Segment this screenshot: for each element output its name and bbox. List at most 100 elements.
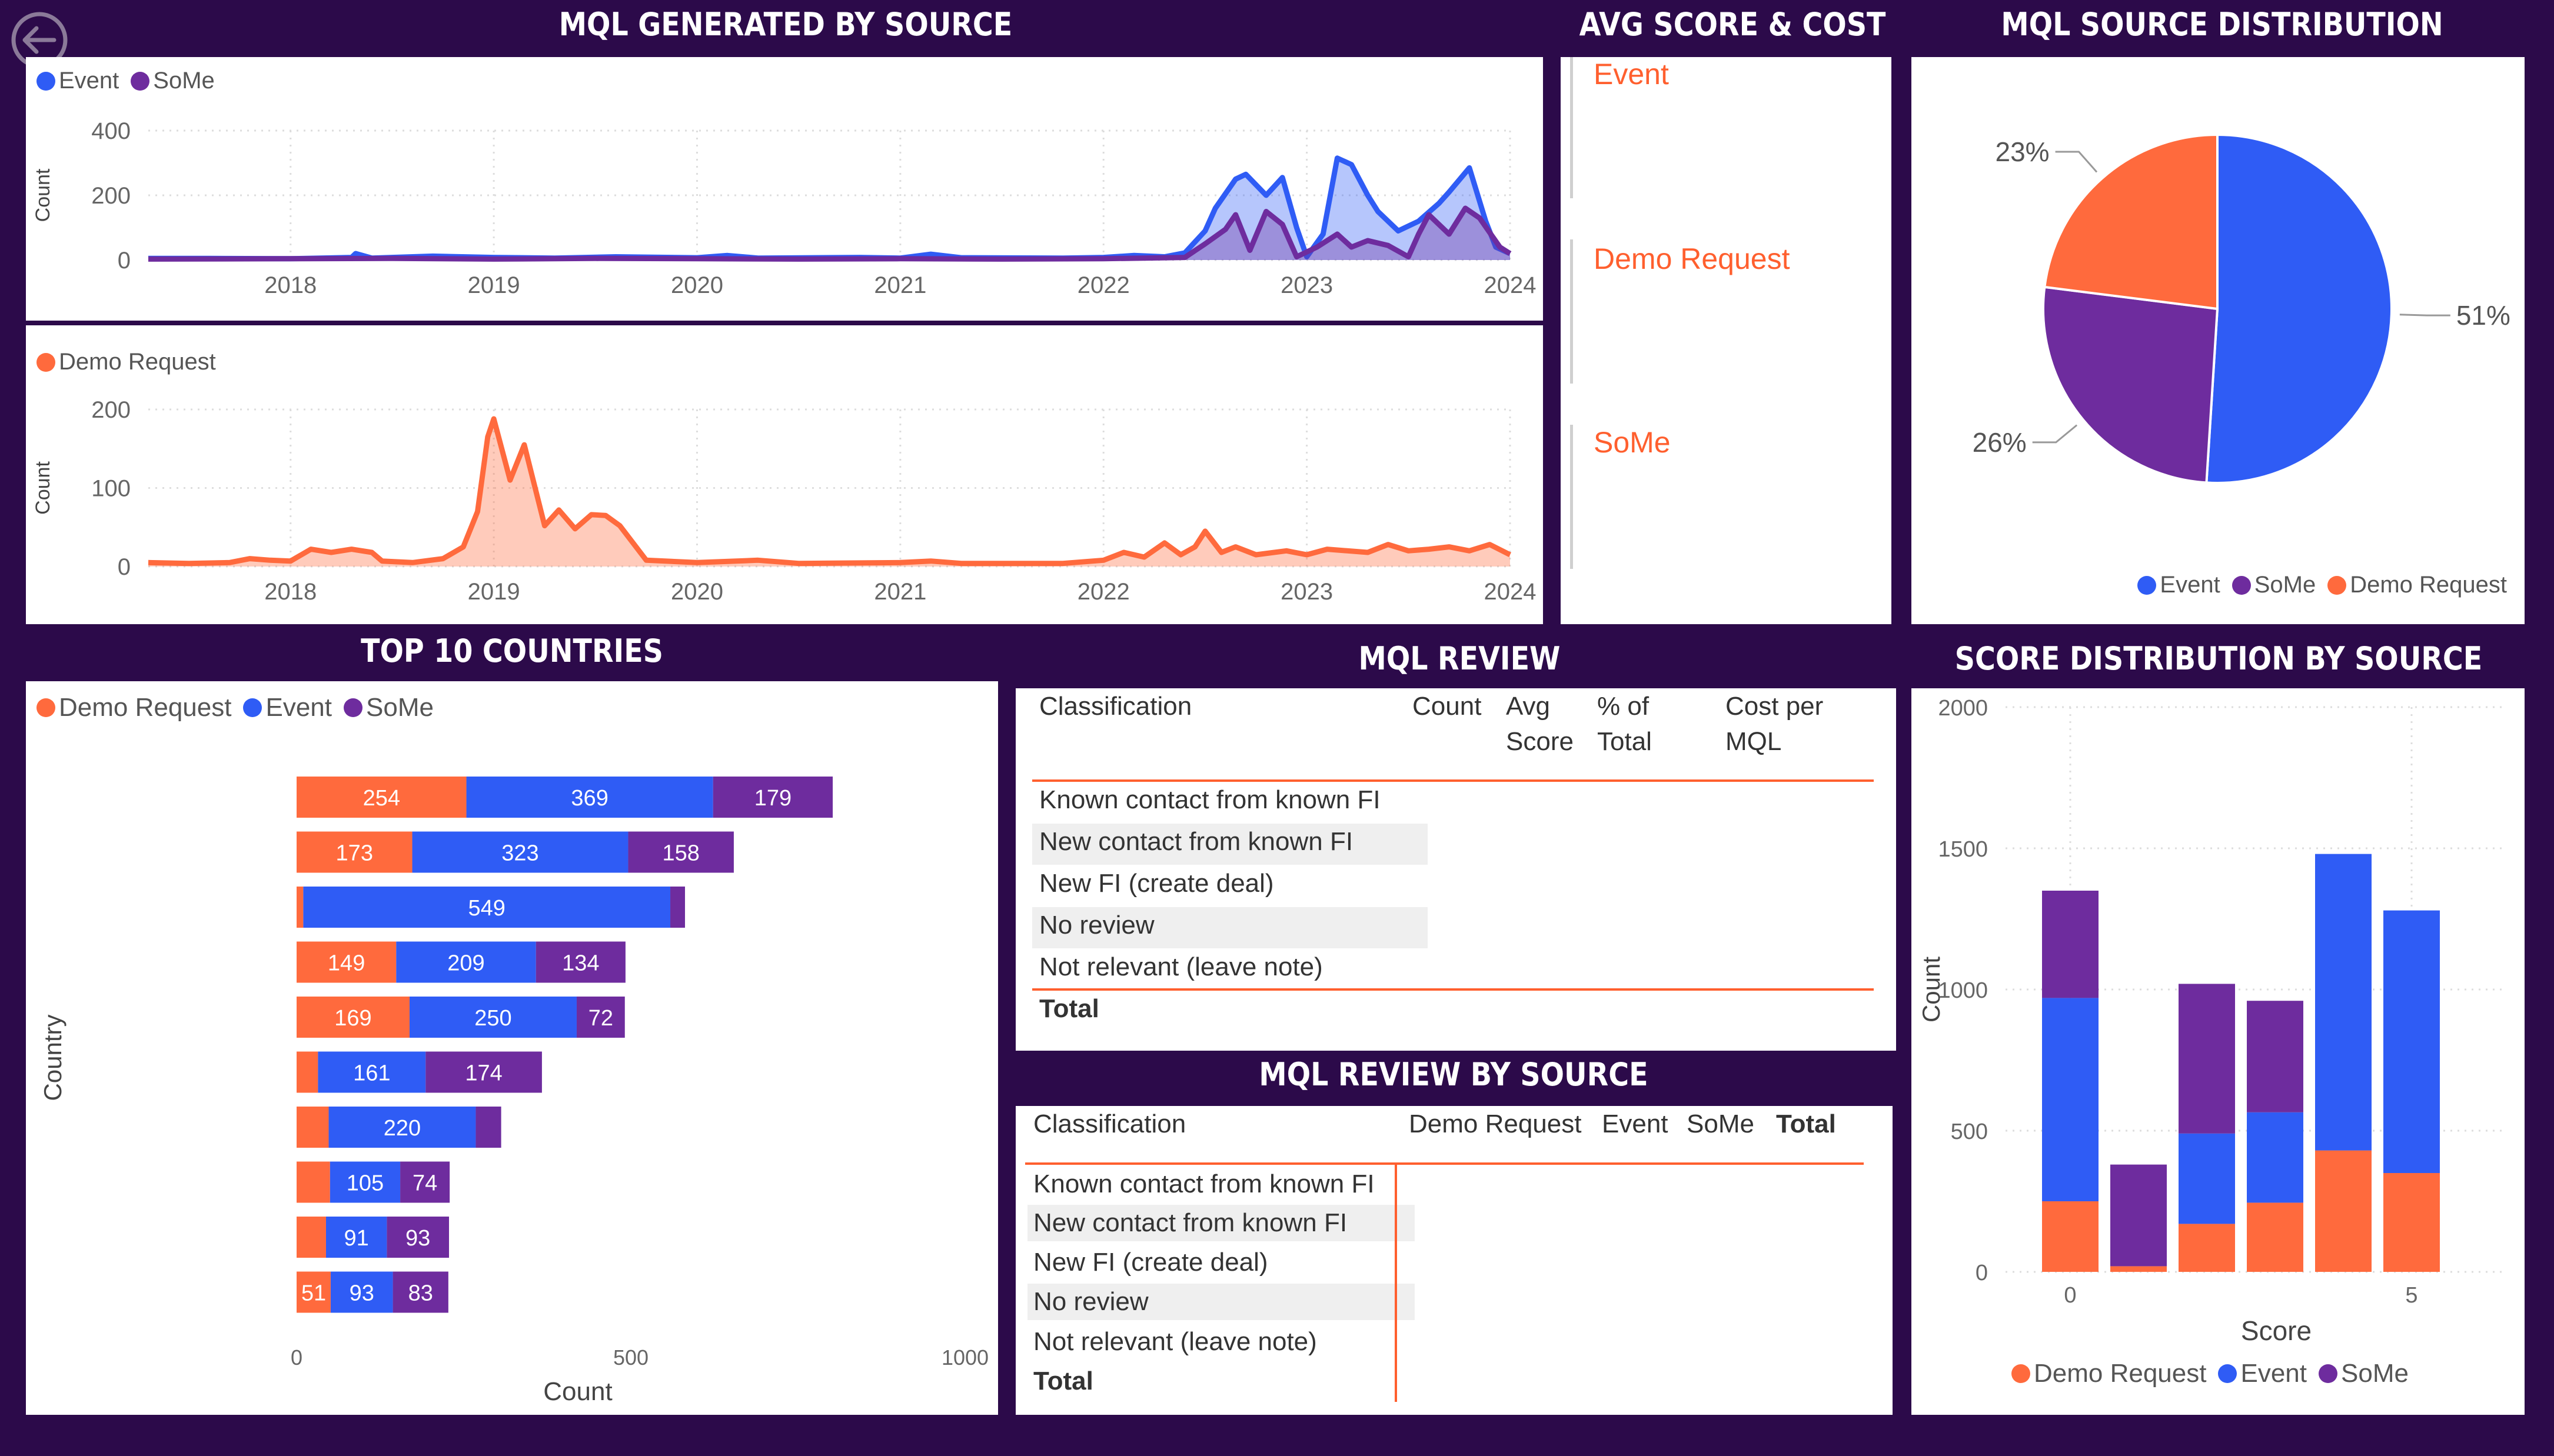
title-top10-countries: TOP 10 COUNTRIES bbox=[361, 632, 663, 669]
bar-segment-demo bbox=[2110, 1266, 2167, 1272]
bar-segment-demo bbox=[297, 887, 304, 928]
mrs-hdr-classification: Classification bbox=[1033, 1110, 1186, 1138]
bar-data-label: 549 bbox=[468, 896, 505, 921]
y-tick-label: 100 bbox=[91, 476, 131, 502]
x-tick-label: 2020 bbox=[671, 579, 723, 605]
y-tick-label: 400 bbox=[91, 118, 131, 144]
mql-review-hdr-avg2: Score bbox=[1506, 727, 1574, 756]
y-tick-label: 2000 bbox=[1938, 696, 1988, 721]
bar-segment-some bbox=[2247, 1001, 2303, 1112]
legend-pie-demo: Demo Request bbox=[2350, 572, 2507, 598]
panel-mql-review-by-source: Classification Demo Request Event SoMe T… bbox=[1016, 1106, 1893, 1415]
bar-data-label: 93 bbox=[350, 1281, 374, 1306]
bar-segment-event bbox=[2042, 998, 2099, 1201]
bar-segment-event bbox=[2315, 854, 2372, 1151]
area-event bbox=[148, 158, 1510, 260]
y-tick-label: 200 bbox=[91, 183, 131, 209]
bar-data-label: 254 bbox=[363, 786, 400, 811]
pie-leader-line bbox=[2055, 151, 2098, 173]
bar-data-label: 83 bbox=[408, 1281, 433, 1306]
mql-review-row[interactable]: No review bbox=[1039, 911, 1155, 940]
bar-data-label: 179 bbox=[754, 786, 792, 811]
x-tick-label: 2020 bbox=[671, 272, 723, 298]
x-tick-label: 500 bbox=[613, 1345, 649, 1370]
bar-data-label: 323 bbox=[501, 841, 538, 866]
area-demo-request bbox=[148, 419, 1510, 567]
x-tick-label: 2021 bbox=[874, 579, 926, 605]
x-tick-label: 2024 bbox=[1484, 579, 1537, 605]
mrs-hdr-event: Event bbox=[1602, 1110, 1668, 1138]
line-demo-request bbox=[148, 416, 1512, 567]
mrs-row[interactable]: New FI (create deal) bbox=[1033, 1248, 1268, 1277]
legend-pie-event: Event bbox=[2160, 572, 2220, 598]
pie-slice-some bbox=[2042, 285, 2219, 484]
mql-review-hdr-count: Count bbox=[1412, 692, 1482, 721]
x-tick-label: 5 bbox=[2405, 1283, 2417, 1308]
bar-data-label: 51 bbox=[301, 1281, 326, 1306]
panel-mql-review: Classification Count Avg Score % of Tota… bbox=[1016, 688, 1896, 1051]
x-tick-label: 2019 bbox=[468, 579, 520, 605]
bar-data-label: 220 bbox=[384, 1116, 421, 1141]
y-tick-label: 1000 bbox=[1938, 978, 1988, 1003]
pie-label: 51% bbox=[2456, 300, 2510, 331]
bar-data-label: 250 bbox=[474, 1006, 511, 1031]
mrs-row[interactable]: Known contact from known FI bbox=[1033, 1170, 1375, 1199]
bar-data-label: 74 bbox=[413, 1171, 437, 1196]
panel-avg-score-cost: Event Demo Request SoMe bbox=[1561, 57, 1891, 624]
bar-data-label: 134 bbox=[562, 951, 599, 976]
mql-review-hdr-classification: Classification bbox=[1039, 692, 1192, 721]
x-tick-label: 2022 bbox=[1078, 272, 1130, 298]
x-axis-label: Count bbox=[543, 1377, 612, 1406]
title-avg-score-cost: AVG SCORE & COST bbox=[1579, 6, 1886, 43]
avg-label-event: Event bbox=[1594, 58, 1669, 91]
pie-slice-demo-request bbox=[2043, 133, 2219, 311]
bar-data-label: 91 bbox=[344, 1226, 369, 1251]
mql-review-hdr-pct1: % of bbox=[1597, 692, 1650, 721]
legend-pie-some: SoMe bbox=[2254, 572, 2316, 598]
mrs-hdr-demo: Demo Request bbox=[1409, 1110, 1582, 1138]
panel-top10: Demo Request Event SoMe Country 0 500 1000 C… bbox=[26, 681, 998, 1415]
pie-chart: 51% 26% 23% bbox=[1973, 133, 2510, 484]
mql-review-row[interactable]: Known contact from known FI bbox=[1039, 785, 1381, 815]
legend-score-demo: Demo Request bbox=[2034, 1359, 2207, 1388]
bar-segment-some bbox=[670, 887, 686, 928]
bar-data-label: 161 bbox=[353, 1061, 390, 1086]
mql-review-row[interactable]: New FI (create deal) bbox=[1039, 869, 1274, 898]
panel-line-top: Event SoMe 0 200 400 2018 2019 2020 2021 2022 20… bbox=[26, 57, 1543, 321]
bar-segment-event bbox=[2247, 1112, 2303, 1203]
bar-segment-some bbox=[2110, 1164, 2167, 1267]
bar-segment-some bbox=[475, 1107, 501, 1148]
bar-data-label: 209 bbox=[447, 951, 484, 976]
x-tick-label: 2018 bbox=[264, 272, 317, 298]
bar-segment-demo bbox=[297, 1051, 318, 1093]
y-tick-label: 0 bbox=[118, 248, 131, 274]
top10-bar-chart: Country 0 500 1000 Count 254 369 179 173 323 158 54… bbox=[39, 777, 989, 1406]
line-event bbox=[148, 155, 1511, 262]
y-tick-label: 0 bbox=[118, 554, 131, 580]
y-axis-label: Count bbox=[32, 168, 54, 222]
avg-label-demo: Demo Request bbox=[1594, 242, 1790, 275]
y-tick-label: 1500 bbox=[1938, 837, 1988, 862]
bar-data-label: 174 bbox=[465, 1061, 502, 1086]
legend-score-event: Event bbox=[2240, 1359, 2307, 1388]
x-tick-label: 1000 bbox=[942, 1345, 989, 1370]
bar-data-label: 369 bbox=[571, 786, 608, 811]
mrs-row[interactable]: Not relevant (leave note) bbox=[1033, 1327, 1317, 1357]
mql-review-row[interactable]: New contact from known FI bbox=[1039, 827, 1353, 857]
mrs-hdr-some: SoMe bbox=[1687, 1110, 1754, 1138]
bar-segment-demo bbox=[2179, 1224, 2235, 1272]
mrs-row[interactable]: No review bbox=[1033, 1287, 1149, 1317]
mrs-row[interactable]: New contact from known FI bbox=[1033, 1208, 1347, 1238]
x-tick-label: 2024 bbox=[1484, 272, 1537, 298]
mrs-hdr-total: Total bbox=[1776, 1110, 1836, 1138]
x-tick-label: 0 bbox=[291, 1345, 302, 1370]
legend-pie: Event SoMe Demo Request bbox=[2137, 572, 2507, 598]
bar-segment-demo bbox=[2315, 1150, 2372, 1272]
bar-segment-some bbox=[2042, 891, 2099, 998]
bar-segment-event bbox=[2179, 1133, 2235, 1224]
panel-line-bottom: Demo Request 0 100 200 2018 2019 2020 2021 2022… bbox=[26, 325, 1543, 624]
mql-review-row[interactable]: Not relevant (leave note) bbox=[1039, 952, 1323, 982]
pie-label: 23% bbox=[1995, 136, 2049, 167]
line-chart-bottom: 0 100 200 2018 2019 2020 2021 2022 2023 2024 Count bbox=[32, 397, 1537, 605]
title-score-dist: SCORE DISTRIBUTION BY SOURCE bbox=[1954, 640, 2483, 677]
